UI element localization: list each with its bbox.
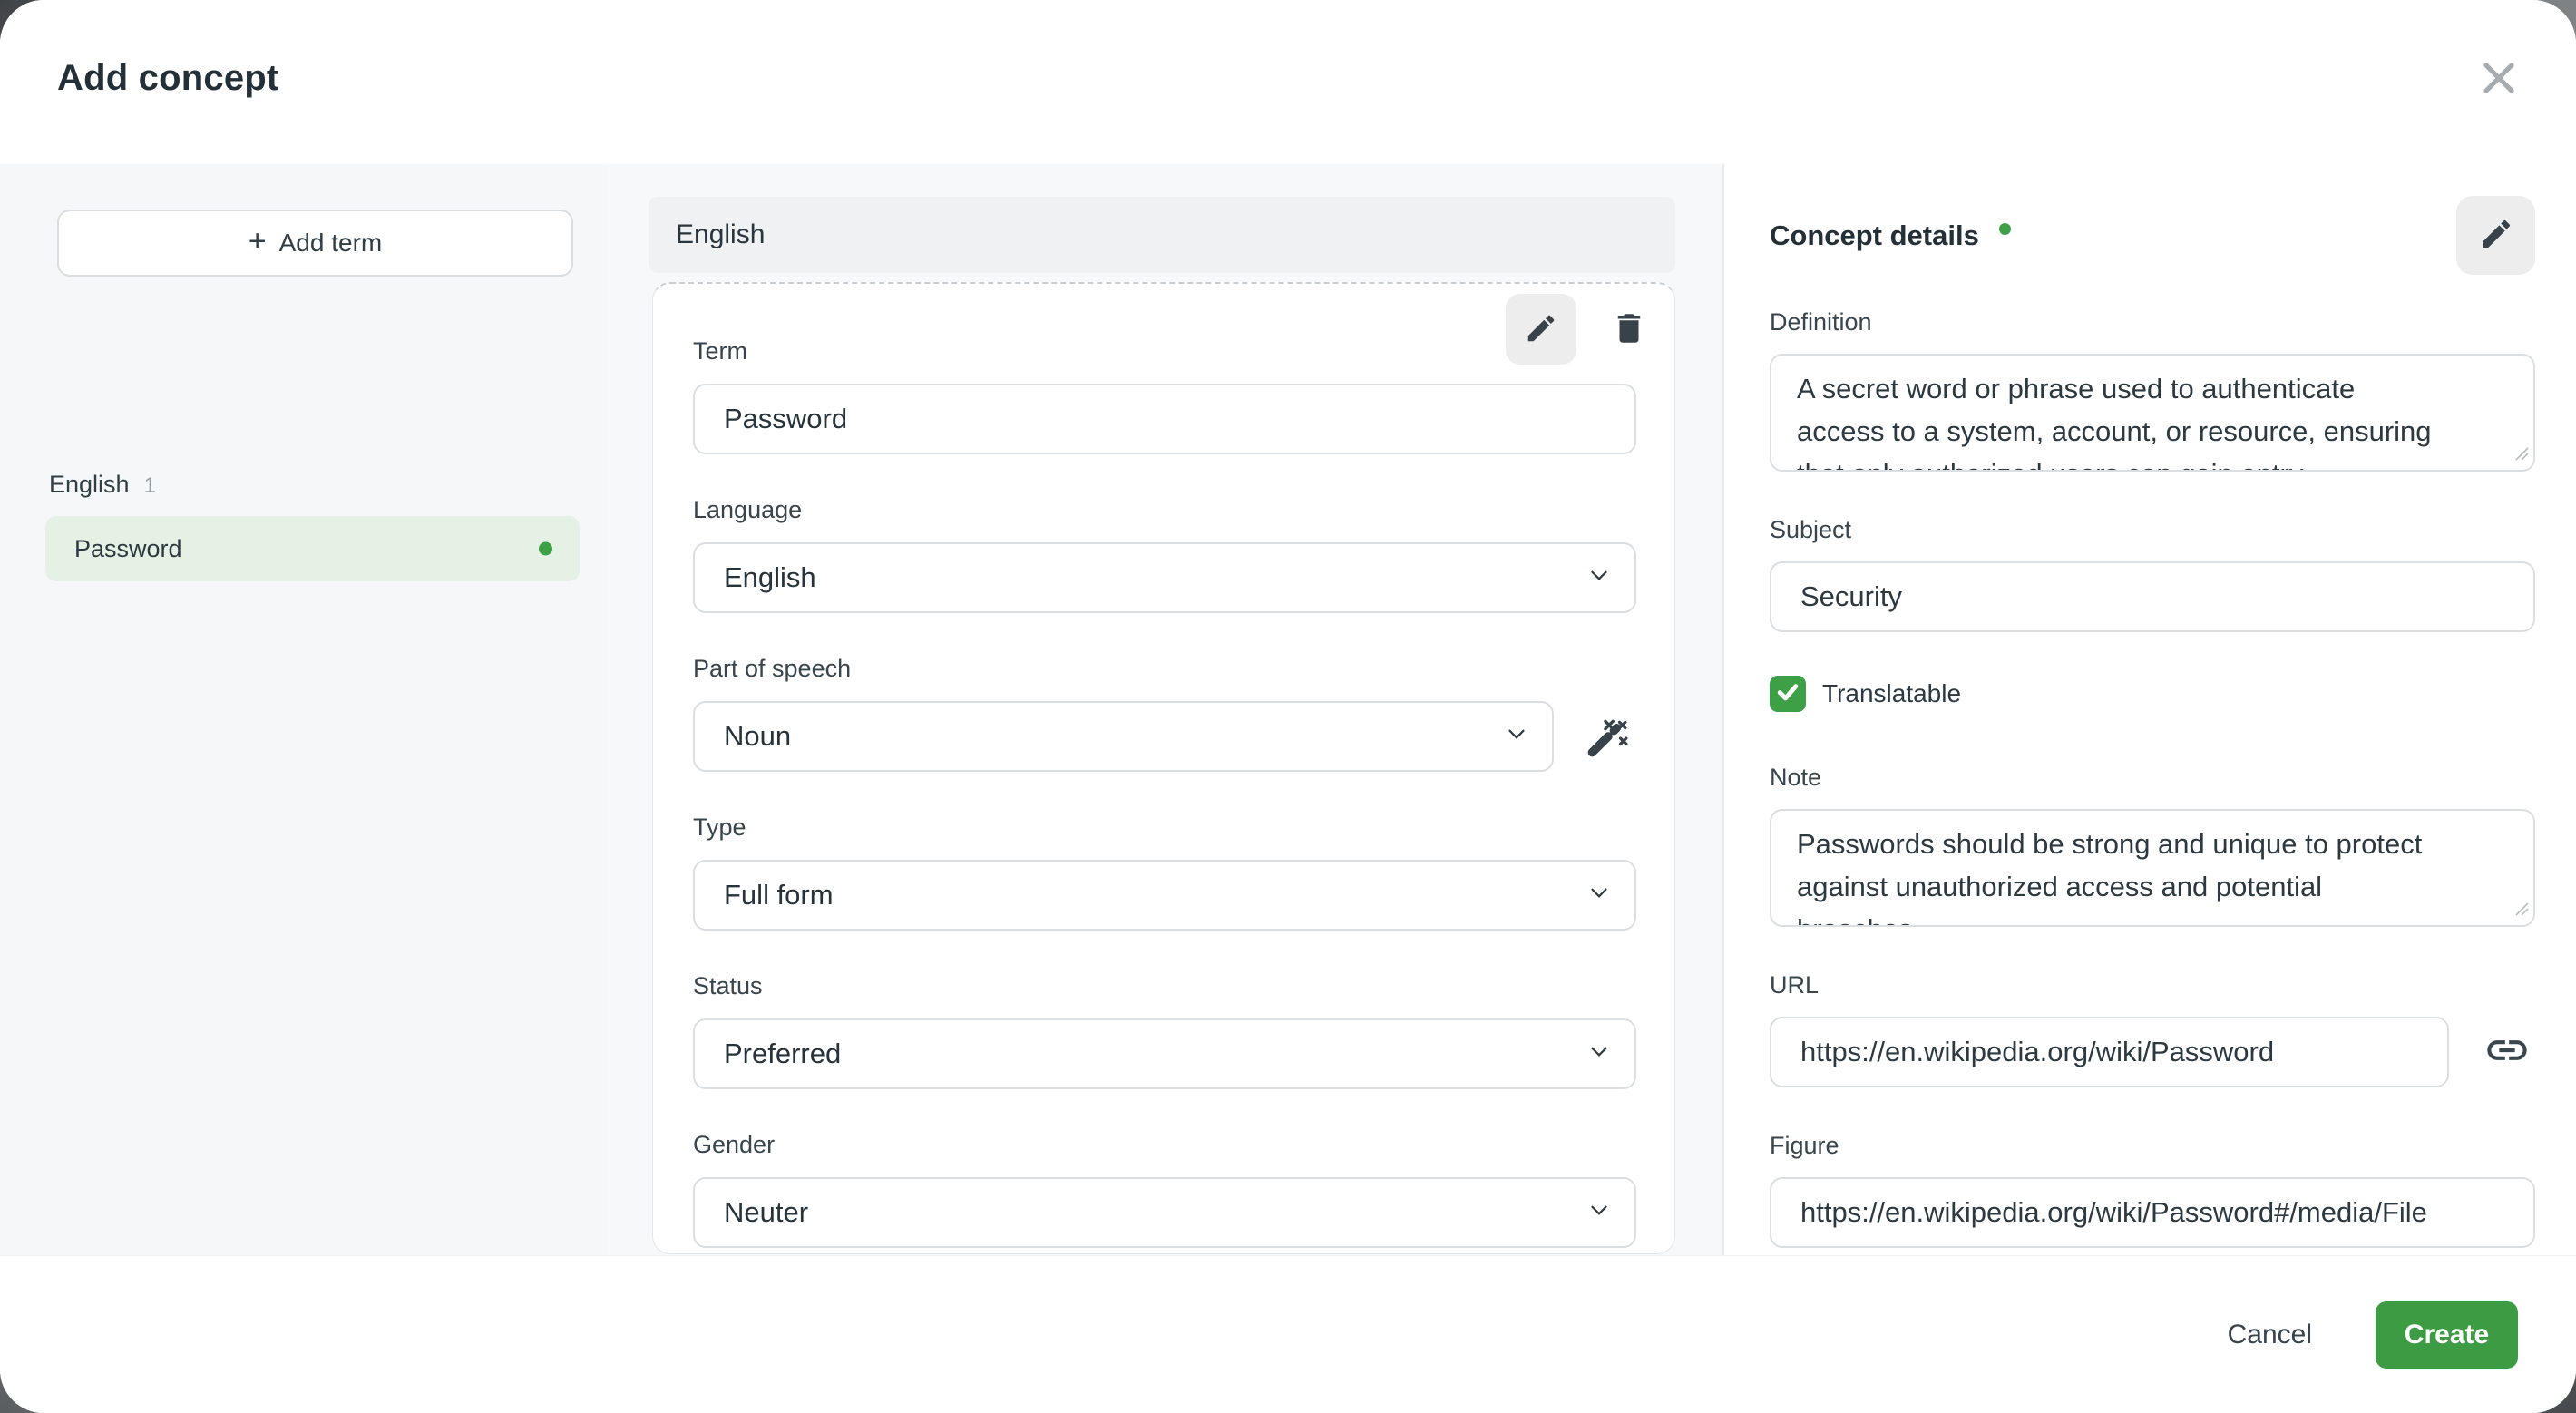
open-link-button[interactable] [2483,1027,2531,1078]
delete-term-button[interactable] [1604,294,1654,365]
link-icon [2483,1027,2531,1078]
resize-grip-icon[interactable] [2513,444,2529,465]
add-term-label: Add term [278,229,383,257]
language-section-header: English [649,197,1675,273]
textarea-line: Passwords should be strong and unique to… [1797,828,2423,860]
terms-sidebar: + Add term English 1 Password [0,164,608,1255]
chevron-down-icon [1586,1197,1613,1229]
language-group-header: English 1 [49,471,156,499]
figure-label: Figure [1770,1132,1839,1159]
language-group-name: English [49,471,130,498]
edit-term-button[interactable] [1506,294,1576,365]
chevron-down-icon [1586,1038,1613,1070]
url-label: URL [1770,971,1820,999]
concept-details-panel: Concept details Definition A secret word… [1724,164,2576,1255]
language-field-label: Language [693,496,803,523]
term-list-item-password[interactable]: Password [45,516,580,581]
pencil-icon [1524,311,1558,348]
textarea-line: breaches. [1797,908,2508,925]
term-item-label: Password [74,534,182,562]
term-card: Term Language English Part of speech [652,282,1675,1254]
type-field-label: Type [693,814,746,841]
gender-select-value: Neuter [724,1196,809,1228]
type-select[interactable]: Full form [693,860,1636,931]
magic-wand-icon[interactable] [1585,714,1630,759]
url-input[interactable] [1770,1017,2449,1087]
definition-group: Definition A secret word or phrase used … [1770,307,2535,472]
language-field-group: Language English [693,495,1636,613]
textarea-line: against unauthorized access and potentia… [1797,871,2323,902]
term-card-actions [1506,294,1654,365]
subject-group: Subject [1770,515,2535,632]
part-of-speech-select[interactable]: Noun [693,701,1554,772]
note-textarea[interactable]: Passwords should be strong and unique to… [1770,809,2535,927]
translatable-checkbox[interactable] [1770,676,1806,712]
term-status-dot [539,541,552,556]
translatable-row[interactable]: Translatable [1770,676,2535,712]
concept-details-title: Concept details [1770,219,1979,251]
definition-label: Definition [1770,308,1872,336]
pencil-icon [2478,216,2514,255]
subject-label: Subject [1770,516,1852,543]
status-field-label: Status [693,972,763,999]
chevron-down-icon [1586,880,1613,911]
trash-icon [1610,309,1648,350]
figure-input[interactable] [1770,1177,2535,1248]
textarea-line: that only authorized users can gain entr… [1797,453,2508,470]
concept-status-dot [1998,223,2011,235]
url-group: URL [1770,970,2535,1087]
chevron-down-icon [1503,721,1530,753]
part-of-speech-label: Part of speech [693,655,852,682]
dialog-header: Add concept [0,0,2576,164]
note-label: Note [1770,764,1822,791]
term-input[interactable] [693,384,1636,454]
gender-select[interactable]: Neuter [693,1177,1636,1248]
edit-concept-button[interactable] [2456,196,2535,275]
definition-textarea[interactable]: A secret word or phrase used to authenti… [1770,354,2535,472]
close-button[interactable] [2473,53,2525,105]
textarea-line: A secret word or phrase used to authenti… [1797,373,2356,404]
close-icon [2477,62,2521,102]
status-select-value: Preferred [724,1038,842,1069]
term-field-label: Term [693,337,747,365]
chevron-down-icon [1586,562,1613,594]
translatable-label: Translatable [1822,679,1962,707]
part-of-speech-field-group: Part of speech Noun [693,654,1634,772]
create-button[interactable]: Create [2376,1301,2518,1369]
language-group-count: 1 [143,473,156,498]
cancel-button[interactable]: Cancel [2222,1311,2317,1359]
language-select-value: English [724,561,816,593]
type-field-group: Type Full form [693,813,1636,931]
textarea-line: access to a system, account, or resource… [1797,415,2432,447]
gender-field-label: Gender [693,1131,776,1158]
add-term-button[interactable]: + Add term [57,210,573,277]
language-select[interactable]: English [693,542,1636,613]
add-concept-dialog: Add concept + Add term English 1 Passwor… [0,0,2576,1413]
gender-field-group: Gender Neuter [693,1130,1636,1248]
note-group: Note Passwords should be strong and uniq… [1770,763,2535,927]
checkmark-icon [1774,678,1801,710]
type-select-value: Full form [724,879,834,911]
plus-icon: + [248,224,267,258]
status-field-group: Status Preferred [693,971,1636,1089]
subject-input[interactable] [1770,561,2535,632]
dialog-body: + Add term English 1 Password English Te… [0,164,2576,1255]
part-of-speech-value: Noun [724,720,792,752]
figure-group: Figure [1770,1131,2535,1248]
resize-grip-icon[interactable] [2513,900,2529,921]
status-select[interactable]: Preferred [693,1018,1636,1089]
language-section-title: English [676,219,766,249]
dialog-footer: Cancel Create [0,1255,2576,1413]
dialog-title: Add concept [57,58,279,98]
term-field-group: Term [693,336,1636,454]
concept-details-header: Concept details [1770,196,2535,275]
term-editor-column: English Term Password Language English P… [608,164,1724,1255]
